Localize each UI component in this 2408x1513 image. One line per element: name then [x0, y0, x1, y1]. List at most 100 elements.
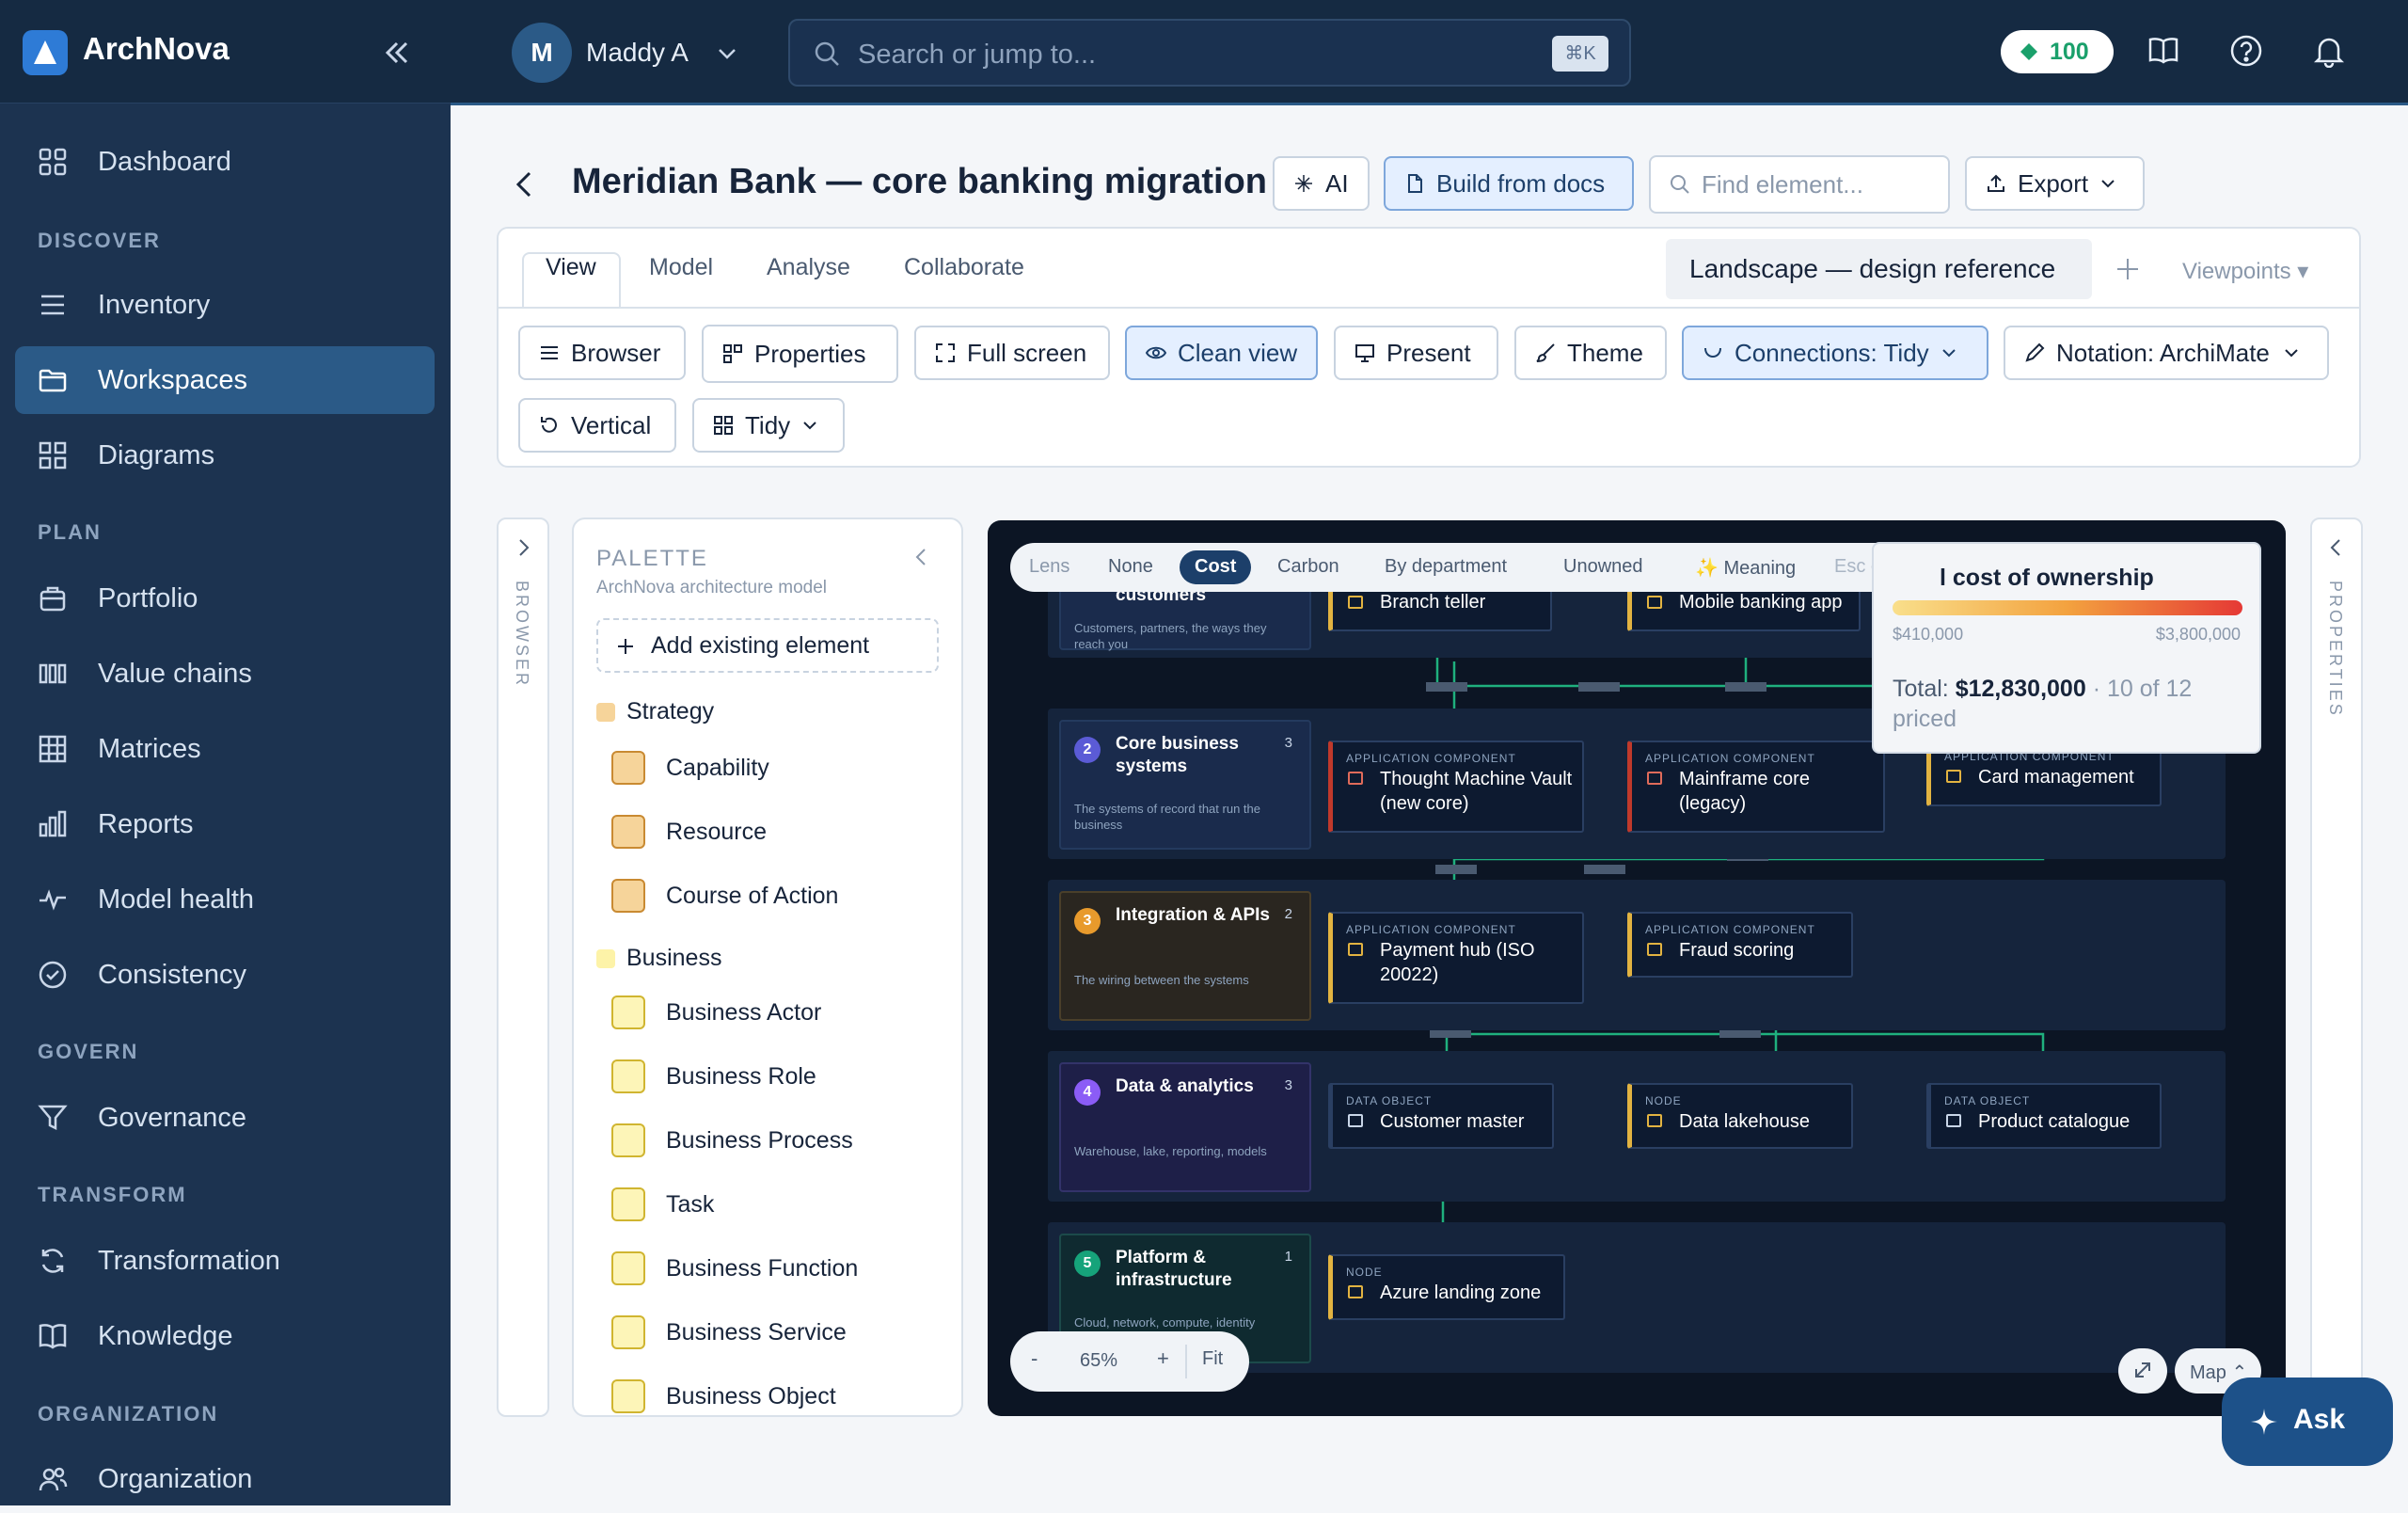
chevron-left-icon[interactable] [2325, 536, 2348, 559]
browser-rail[interactable]: BROWSER [497, 518, 549, 1417]
connections-dropdown[interactable]: Connections: Tidy [1682, 326, 1988, 380]
palette-item-label: Business Role [666, 1063, 816, 1090]
sidebar-item-inventory[interactable]: Inventory [15, 271, 435, 339]
fit-button[interactable]: Fit [1202, 1348, 1223, 1370]
brand-name: ArchNova [83, 31, 230, 66]
sparkle-icon [1293, 173, 1314, 194]
build-from-docs-button[interactable]: Build from docs [1384, 156, 1634, 211]
element-payment-hub[interactable]: APPLICATION COMPONENT Payment hub (ISO 2… [1328, 912, 1584, 1004]
tco-popover: l cost of ownership $410,000 $3,800,000 … [1872, 542, 2261, 754]
search-icon [1670, 174, 1690, 195]
help-icon[interactable] [2229, 34, 2263, 68]
lane-core-business[interactable]: 2 Core business systems 3 The systems of… [1059, 720, 1311, 850]
element-mainframe-core[interactable]: APPLICATION COMPONENT Mainframe core (le… [1627, 741, 1885, 833]
notation-dropdown[interactable]: Notation: ArchiMate [2004, 326, 2329, 380]
palette-group-business[interactable]: Business [596, 945, 935, 977]
archnova-logo[interactable] [23, 30, 68, 75]
theme-button[interactable]: Theme [1514, 326, 1667, 380]
tab-view-label[interactable]: View [546, 254, 596, 281]
properties-rail[interactable]: PROPERTIES [2310, 518, 2363, 1417]
tco-max: $3,800,000 [2155, 625, 2241, 644]
element-type-icon [611, 1059, 645, 1093]
sidebar-item-label: Value chains [98, 659, 252, 689]
credits-badge[interactable]: 100 [2001, 30, 2114, 73]
add-tab-icon[interactable] [2115, 256, 2141, 282]
sidebar-item-dashboard[interactable]: Dashboard [15, 128, 435, 196]
lens-cost[interactable]: Cost [1180, 550, 1252, 584]
tidy-dropdown[interactable]: Tidy [692, 398, 845, 453]
browser-button[interactable]: Browser [518, 326, 686, 380]
lens-unowned[interactable]: Unowned [1563, 556, 1643, 578]
filter-icon [38, 1103, 68, 1133]
element-azure-landing-zone[interactable]: NODE Azure landing zone [1328, 1254, 1565, 1320]
clean-view-label: Clean view [1178, 338, 1298, 367]
sidebar-item-label: Diagrams [98, 440, 215, 470]
back-chevron-icon[interactable] [511, 167, 539, 201]
sidebar-item-knowledge[interactable]: Knowledge [15, 1302, 435, 1370]
element-type-icon [611, 879, 645, 913]
chevron-down-icon[interactable] [715, 41, 739, 66]
add-existing-element-button[interactable]: Add existing element [596, 618, 939, 673]
element-product-catalogue[interactable]: DATA OBJECT Product catalogue [1926, 1083, 2162, 1149]
lens-meaning[interactable]: ✨ Meaning [1695, 556, 1796, 580]
sidebar-item-governance[interactable]: Governance [15, 1084, 435, 1152]
lane-integration[interactable]: 3 Integration & APIs 2 The wiring betwee… [1059, 891, 1311, 1021]
element-customer-master[interactable]: DATA OBJECT Customer master [1328, 1083, 1554, 1149]
user-name[interactable]: Maddy A [586, 38, 689, 68]
expand-canvas-button[interactable] [2118, 1348, 2167, 1394]
sidebar-item-matrices[interactable]: Matrices [15, 715, 435, 783]
sidebar-item-reports[interactable]: Reports [15, 790, 435, 858]
list-icon [38, 290, 68, 320]
lens-carbon[interactable]: Carbon [1277, 556, 1339, 578]
palette-group-strategy[interactable]: Strategy [596, 698, 935, 730]
sidebar-item-organization[interactable]: Organization [15, 1445, 435, 1513]
chevron-right-icon[interactable] [512, 536, 534, 559]
lane-number: 5 [1074, 1250, 1101, 1277]
lens-by-department[interactable]: By department [1385, 556, 1507, 578]
present-button[interactable]: Present [1334, 326, 1498, 380]
tab-collaborate[interactable]: Collaborate [904, 254, 1024, 281]
export-button[interactable]: Export [1965, 156, 2145, 211]
sidebar-item-portfolio[interactable]: Portfolio [15, 565, 435, 632]
sidebar-item-consistency[interactable]: Consistency [15, 941, 435, 1009]
viewpoints-dropdown[interactable]: Viewpoints ▾ [2182, 258, 2308, 285]
element-name: Product catalogue [1978, 1111, 2131, 1132]
tab-analyse[interactable]: Analyse [767, 254, 850, 281]
sidebar-item-workspaces[interactable]: Workspaces [15, 346, 435, 414]
lens-bar: Lens None Cost Carbon By department Unow… [1010, 543, 1945, 592]
sidebar-item-transformation[interactable]: Transformation [15, 1227, 435, 1295]
find-element-input[interactable]: Find element... [1649, 155, 1950, 214]
collapse-sidebar-icon[interactable] [378, 34, 416, 72]
lens-none[interactable]: None [1108, 556, 1153, 578]
avatar[interactable]: M [512, 23, 572, 83]
ai-button[interactable]: AI [1273, 156, 1370, 211]
zoom-in-button[interactable]: + [1157, 1346, 1169, 1371]
tab-model[interactable]: Model [649, 254, 713, 281]
properties-button[interactable]: Properties [702, 325, 898, 383]
zoom-out-button[interactable]: - [1031, 1346, 1038, 1371]
collapse-palette-icon[interactable] [911, 546, 933, 568]
properties-rail-label: PROPERTIES [2326, 581, 2345, 718]
element-fraud-scoring[interactable]: APPLICATION COMPONENT Fraud scoring [1627, 912, 1853, 978]
ask-button[interactable]: Ask [2222, 1378, 2393, 1466]
component-icon [1348, 943, 1363, 956]
element-thought-machine[interactable]: APPLICATION COMPONENT Thought Machine Va… [1328, 741, 1584, 833]
element-type: APPLICATION COMPONENT [1346, 752, 1516, 765]
vertical-button[interactable]: Vertical [518, 398, 676, 453]
sidebar-item-model-health[interactable]: Model health [15, 866, 435, 933]
sidebar-item-diagrams[interactable]: Diagrams [15, 422, 435, 489]
diamond-icon [2020, 42, 2038, 61]
clean-view-button[interactable]: Clean view [1125, 326, 1318, 380]
build-label: Build from docs [1436, 168, 1606, 198]
element-name: Data lakehouse [1679, 1111, 1810, 1132]
bell-icon[interactable] [2312, 34, 2346, 68]
tidy-label: Tidy [745, 410, 791, 439]
global-search-input[interactable]: Search or jump to... ⌘K [788, 19, 1631, 87]
fullscreen-button[interactable]: Full screen [914, 326, 1110, 380]
element-data-lakehouse[interactable]: NODE Data lakehouse [1627, 1083, 1853, 1149]
lane-data-analytics[interactable]: 4 Data & analytics 3 Warehouse, lake, re… [1059, 1062, 1311, 1192]
sidebar-item-value-chains[interactable]: Value chains [15, 640, 435, 708]
element-type-icon [611, 1251, 645, 1285]
docs-book-icon[interactable] [2147, 34, 2180, 68]
element-type-icon [611, 1123, 645, 1157]
